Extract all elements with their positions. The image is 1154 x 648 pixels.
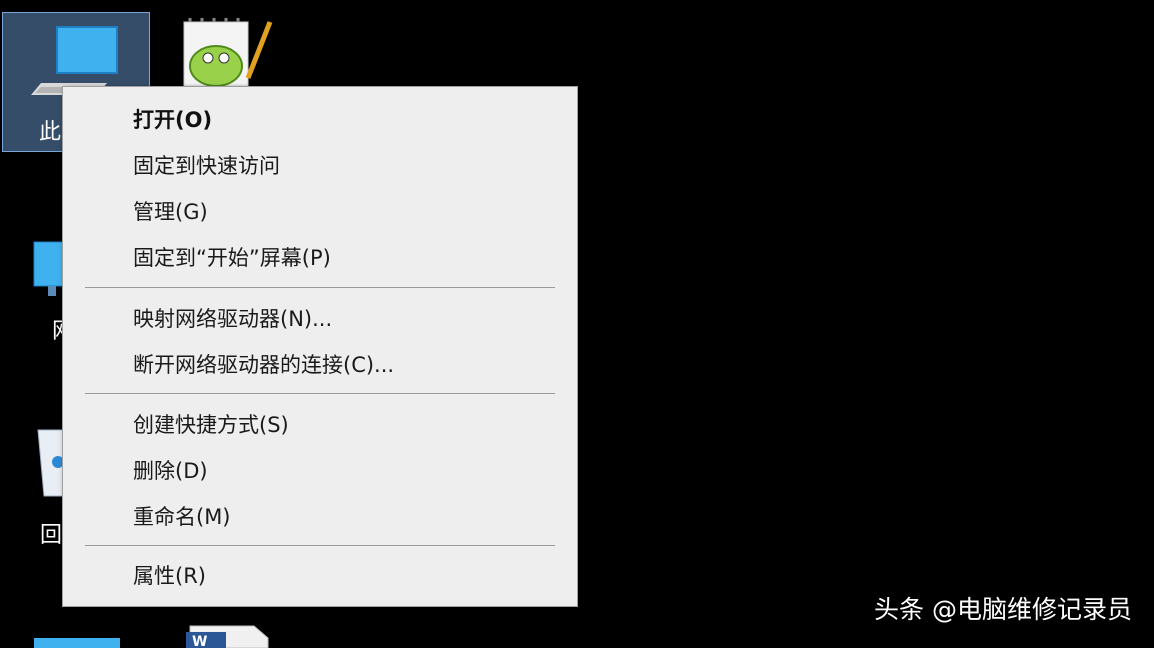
menu-item-properties[interactable]: 属性(R) xyxy=(63,556,577,596)
this-pc-label: 此 xyxy=(39,120,62,145)
menu-item-manage[interactable]: 管理(G) xyxy=(63,192,577,232)
menu-item-open[interactable]: 打开(O) xyxy=(63,100,577,140)
desktop: 此 网 回 xyxy=(0,0,1154,648)
menu-separator xyxy=(85,545,555,546)
menu-separator xyxy=(85,287,555,288)
menu-separator xyxy=(85,393,555,394)
menu-item-pin-start[interactable]: 固定到“开始”屏幕(P) xyxy=(63,238,577,278)
menu-item-pin-quick-access[interactable]: 固定到快速访问 xyxy=(63,146,577,186)
monitor-icon[interactable] xyxy=(34,636,120,648)
context-menu: 打开(O) 固定到快速访问 管理(G) 固定到“开始”屏幕(P) 映射网络驱动器… xyxy=(62,86,578,607)
svg-text:W: W xyxy=(192,634,207,648)
recycle-bin-label: 回 xyxy=(40,523,63,548)
menu-item-delete[interactable]: 删除(D) xyxy=(63,451,577,491)
menu-item-create-shortcut[interactable]: 创建快捷方式(S) xyxy=(63,405,577,445)
word-document-icon[interactable]: W xyxy=(184,620,274,648)
menu-item-rename[interactable]: 重命名(M) xyxy=(63,497,577,537)
watermark: 头条 @电脑维修记录员 xyxy=(874,595,1132,624)
menu-item-map-network-drive[interactable]: 映射网络驱动器(N)... xyxy=(63,299,577,339)
menu-item-disconnect-network-drive[interactable]: 断开网络驱动器的连接(C)... xyxy=(63,345,577,385)
notepad-plus-plus-shortcut[interactable] xyxy=(180,16,276,87)
notepad-plus-plus-icon xyxy=(183,18,273,87)
